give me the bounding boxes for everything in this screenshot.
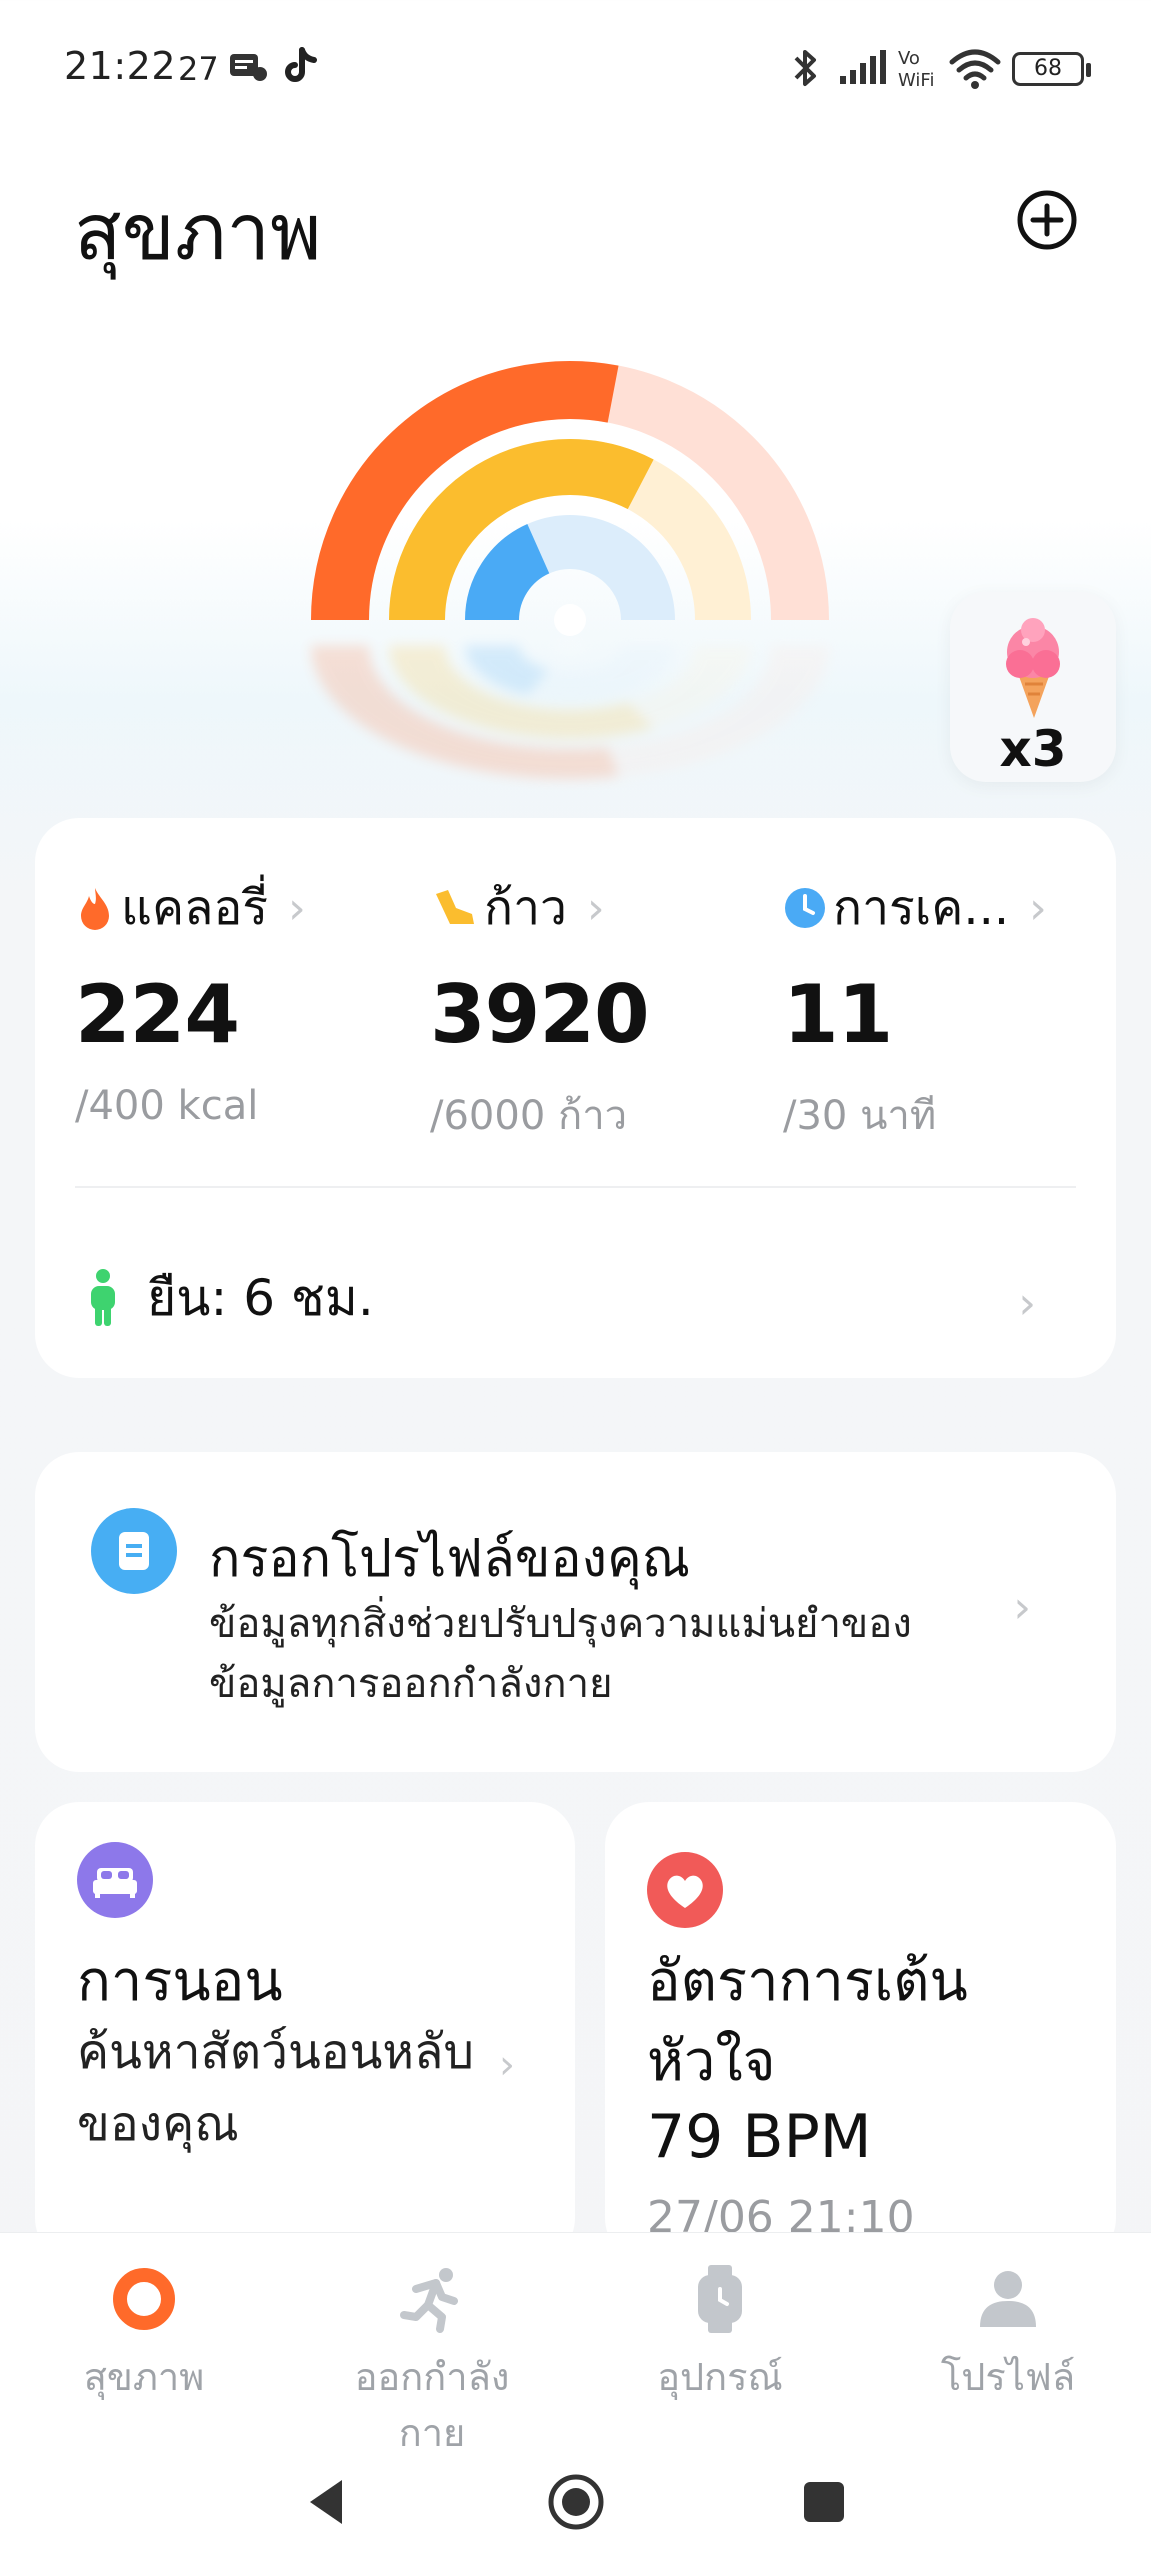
ice-cream-icon <box>1006 618 1060 718</box>
svg-text:Vo: Vo <box>898 48 920 69</box>
calories-value: 224 <box>75 968 240 1061</box>
home-button[interactable] <box>544 2470 608 2534</box>
achievement-badge[interactable]: x3 <box>950 592 1116 782</box>
heart-icon <box>647 1852 723 1928</box>
wifi-icon <box>949 49 1001 89</box>
heart-rate-card[interactable]: อัตราการเต้น หัวใจ 79 BPM 27/06 21:10 <box>605 1802 1116 2262</box>
badge-count: x3 <box>999 720 1067 778</box>
exercise-metric[interactable]: การเค... › 11 /30 นาที <box>783 878 1123 1147</box>
svg-text:WiFi: WiFi <box>898 70 934 90</box>
steps-label: ก้าว <box>484 880 567 936</box>
sleep-card[interactable]: การนอน ค้นหาสัตว์นอนหลับ ของคุณ › <box>35 1802 575 2262</box>
stand-row[interactable]: ยืน: 6 ชม. › <box>85 1248 1076 1348</box>
sleep-subtitle-line2: ของคุณ <box>77 2096 239 2152</box>
add-button[interactable] <box>1015 188 1079 252</box>
page-title: สุขภาพ <box>74 188 322 278</box>
chevron-right-icon: › <box>1013 1582 1031 1633</box>
running-icon <box>400 2268 458 2333</box>
bluetooth-icon <box>794 50 816 86</box>
rings-center <box>554 637 586 654</box>
nav-label-workout-line2: กาย <box>398 2411 466 2455</box>
nav-label-profile: โปรไฟล์ <box>940 2355 1076 2399</box>
steps-value: 3920 <box>430 968 650 1061</box>
status-time: 21:22 <box>64 44 177 88</box>
standing-person-icon <box>91 1269 115 1326</box>
chevron-right-icon: › <box>1029 882 1047 934</box>
shoe-icon <box>436 890 474 924</box>
steps-metric[interactable]: ก้าว › 3920 /6000 ก้าว <box>430 878 770 1147</box>
back-button[interactable] <box>296 2470 360 2534</box>
exercise-ring-progress <box>465 644 551 695</box>
profile-title: กรอกโปรไฟล์ของคุณ <box>209 1529 691 1589</box>
health-ring-icon <box>113 2268 175 2330</box>
nav-label-health: สุขภาพ <box>83 2355 205 2399</box>
calories-metric[interactable]: แคลอรี่ › 224 /400 kcal <box>75 878 415 1129</box>
calories-goal: /400 kcal <box>75 1083 259 1129</box>
activity-summary-card: แคลอรี่ › 224 /400 kcal ก้าว › 3920 /600… <box>35 818 1116 1378</box>
profile-form-icon <box>91 1508 177 1594</box>
chevron-right-icon: › <box>499 2042 515 2088</box>
activity-rings[interactable] <box>270 320 870 650</box>
exercise-label: การเค... <box>833 880 1010 936</box>
watch-icon <box>698 2265 742 2333</box>
stand-label: ยืน: 6 ชม. <box>147 1268 374 1327</box>
steps-goal: /6000 ก้าว <box>430 1093 628 1139</box>
activity-rings-reflection <box>311 637 829 779</box>
exercise-ring-progress <box>465 524 551 622</box>
tiktok-icon <box>285 47 317 82</box>
divider <box>75 1186 1076 1188</box>
nav-label-devices: อุปกรณ์ <box>657 2355 783 2399</box>
nav-label-workout-line1: ออกกำลัง <box>354 2355 510 2399</box>
person-icon <box>980 2271 1036 2327</box>
message-icon <box>230 54 267 81</box>
clock-icon <box>785 888 825 928</box>
sleep-subtitle-line1: ค้นหาสัตว์นอนหลับ <box>77 2024 474 2080</box>
chevron-right-icon: › <box>1018 1278 1036 1329</box>
complete-profile-card[interactable]: กรอกโปรไฟล์ของคุณ ข้อมูลทุกสิ่งช่วยปรับป… <box>35 1452 1116 1772</box>
sleep-title: การนอน <box>77 1949 283 2014</box>
chevron-right-icon: › <box>288 882 306 934</box>
exercise-value: 11 <box>783 968 893 1061</box>
battery-indicator: 68 <box>1012 52 1091 86</box>
heart-title-line1: อัตราการเต้น <box>647 1949 968 2014</box>
status-notification-count: 27 <box>178 50 219 88</box>
recents-button[interactable] <box>792 2470 856 2534</box>
exercise-goal: /30 นาที <box>783 1093 937 1139</box>
nav-label-workout: ออกกำลัง กาย <box>288 2349 576 2461</box>
bed-icon <box>77 1842 153 1918</box>
flame-icon <box>81 888 109 930</box>
heart-title-line2: หัวใจ <box>647 2029 776 2094</box>
status-bar: 21:22 27 Vo WiFi 68 <box>0 0 1151 140</box>
chevron-right-icon: › <box>586 882 605 934</box>
vowifi-icon: Vo WiFi <box>898 48 934 90</box>
heart-rate-value: 79 BPM <box>647 2102 872 2172</box>
calories-label: แคลอรี่ <box>121 880 269 936</box>
profile-description: ข้อมูลทุกสิ่งช่วยปรับปรุงความแม่นยำของข้… <box>209 1601 912 1707</box>
signal-icon <box>840 50 886 84</box>
